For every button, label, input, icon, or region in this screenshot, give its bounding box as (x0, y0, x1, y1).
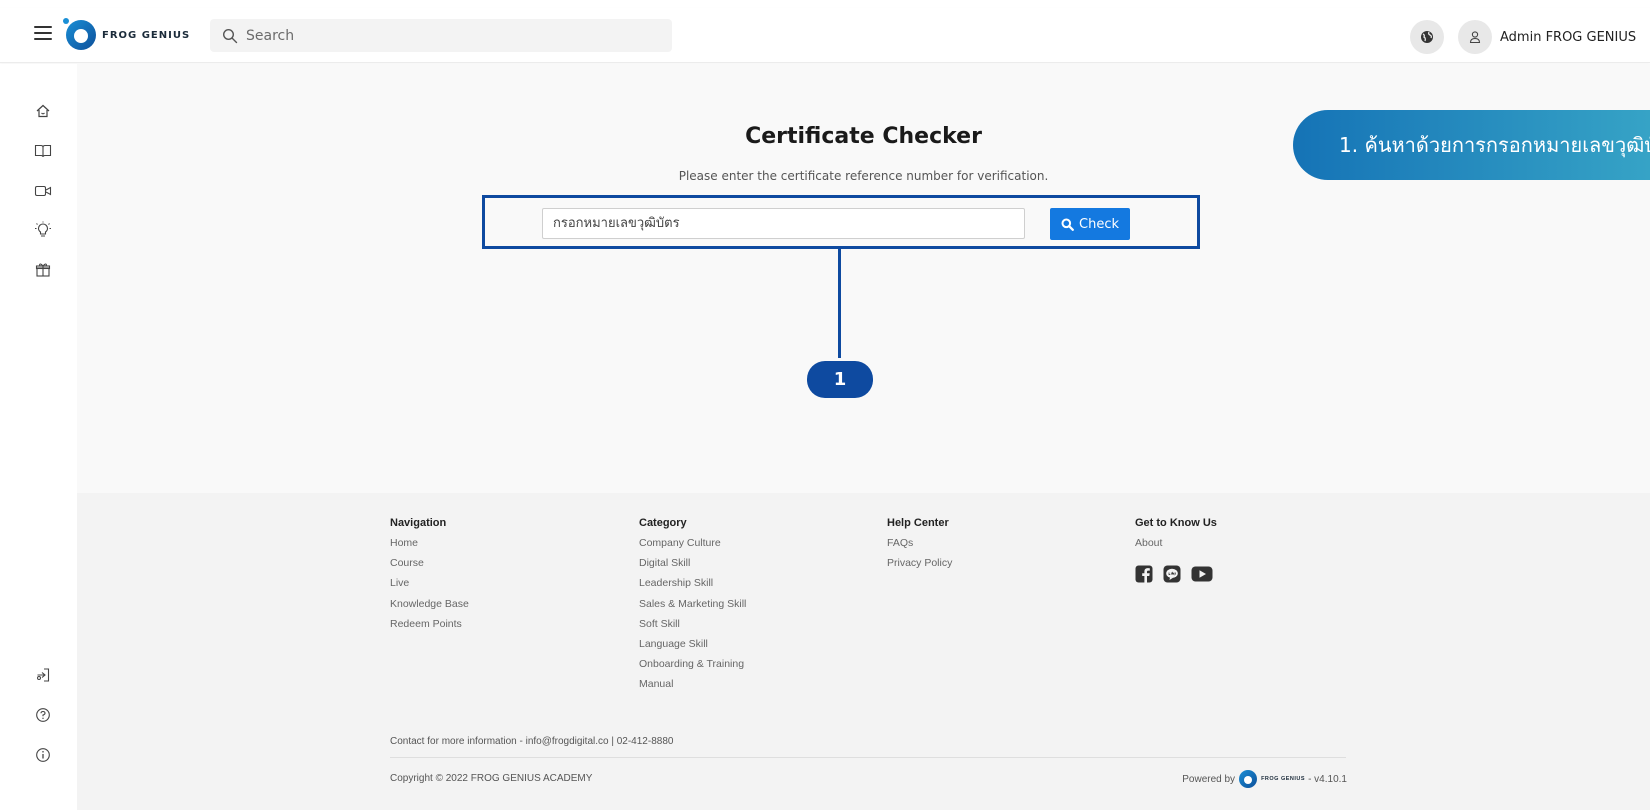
info-icon[interactable] (33, 745, 53, 765)
footer-link-faqs[interactable]: FAQs (887, 537, 952, 557)
check-button-label: Check (1079, 216, 1119, 232)
footer-link-about[interactable]: About (1135, 537, 1217, 557)
video-icon[interactable] (33, 181, 53, 201)
brand-logo[interactable]: FROG GENIUS (63, 18, 191, 50)
top-header: FROG GENIUS Admin FROG GENIUS (0, 8, 1650, 63)
footer-col-get-to-know-us: Get to Know Us About (1135, 517, 1217, 584)
check-button[interactable]: Check (1050, 208, 1130, 240)
footer-divider (390, 757, 1346, 758)
footer-link-leadership-skill[interactable]: Leadership Skill (639, 577, 746, 597)
book-icon[interactable] (33, 141, 53, 161)
language-button[interactable] (1410, 20, 1444, 54)
search-icon (222, 28, 238, 43)
powered-by: Powered by FROG GENIUS - v4.10.1 (1177, 769, 1347, 789)
footer-col-title: Category (639, 517, 687, 529)
main-content: Certificate Checker Please enter the cer… (77, 64, 1650, 493)
footer-col-category: Category Company Culture Digital Skill L… (639, 517, 746, 699)
facebook-icon[interactable] (1135, 565, 1153, 584)
user-menu[interactable]: Admin FROG GENIUS (1458, 20, 1636, 54)
certificate-number-input[interactable] (542, 208, 1025, 239)
powered-brand: FROG GENIUS (1261, 776, 1306, 782)
footer-link-soft-skill[interactable]: Soft Skill (639, 618, 746, 638)
sidebar (0, 64, 77, 810)
frog-logo-icon (63, 18, 96, 50)
line-icon[interactable] (1163, 565, 1181, 583)
annotation-marker: 1 (807, 361, 873, 398)
gift-icon[interactable] (33, 260, 53, 280)
footer-col-help-center: Help Center FAQs Privacy Policy (887, 517, 952, 577)
search-input[interactable] (246, 27, 646, 44)
footer-link-manual[interactable]: Manual (639, 678, 746, 698)
footer-col-title: Get to Know Us (1135, 517, 1217, 529)
frog-logo-icon (1239, 770, 1258, 788)
social-links (1135, 565, 1217, 584)
footer-link-digital-skill[interactable]: Digital Skill (639, 557, 746, 577)
footer-col-title: Navigation (390, 517, 447, 529)
logout-icon[interactable] (33, 665, 53, 685)
home-icon[interactable] (33, 101, 53, 121)
search-bar[interactable] (210, 19, 672, 52)
footer: Navigation Home Course Live Knowledge Ba… (77, 493, 1650, 810)
help-icon[interactable] (33, 705, 53, 725)
footer-link-privacy-policy[interactable]: Privacy Policy (887, 557, 952, 577)
globe-icon (1421, 31, 1433, 43)
footer-link-sales-marketing-skill[interactable]: Sales & Marketing Skill (639, 598, 746, 618)
user-name: Admin FROG GENIUS (1500, 29, 1637, 45)
contact-info: Contact for more information - info@frog… (390, 736, 674, 747)
annotation-connector (838, 248, 841, 358)
footer-col-title: Help Center (887, 517, 949, 529)
copyright: Copyright © 2022 FROG GENIUS ACADEMY (390, 773, 593, 784)
avatar (1458, 20, 1492, 54)
annotation-callout: 1. ค้นหาด้วยการกรอกหมายเลขวุฒิบัตร (1293, 110, 1650, 180)
user-icon (1469, 31, 1481, 44)
footer-link-knowledge-base[interactable]: Knowledge Base (390, 598, 469, 618)
youtube-icon[interactable] (1191, 565, 1213, 583)
footer-link-redeem-points[interactable]: Redeem Points (390, 618, 469, 638)
footer-link-home[interactable]: Home (390, 537, 469, 557)
search-icon (1061, 218, 1074, 231)
footer-link-live[interactable]: Live (390, 577, 469, 597)
footer-link-course[interactable]: Course (390, 557, 469, 577)
menu-icon[interactable] (34, 26, 52, 40)
brand-name: FROG GENIUS (102, 29, 191, 41)
version-label: - v4.10.1 (1308, 773, 1347, 785)
powered-by-label: Powered by (1182, 773, 1236, 785)
footer-col-navigation: Navigation Home Course Live Knowledge Ba… (390, 517, 469, 638)
lightbulb-icon[interactable] (33, 220, 53, 240)
footer-link-onboarding-training[interactable]: Onboarding & Training (639, 658, 746, 678)
footer-link-company-culture[interactable]: Company Culture (639, 537, 746, 557)
footer-link-language-skill[interactable]: Language Skill (639, 638, 746, 658)
